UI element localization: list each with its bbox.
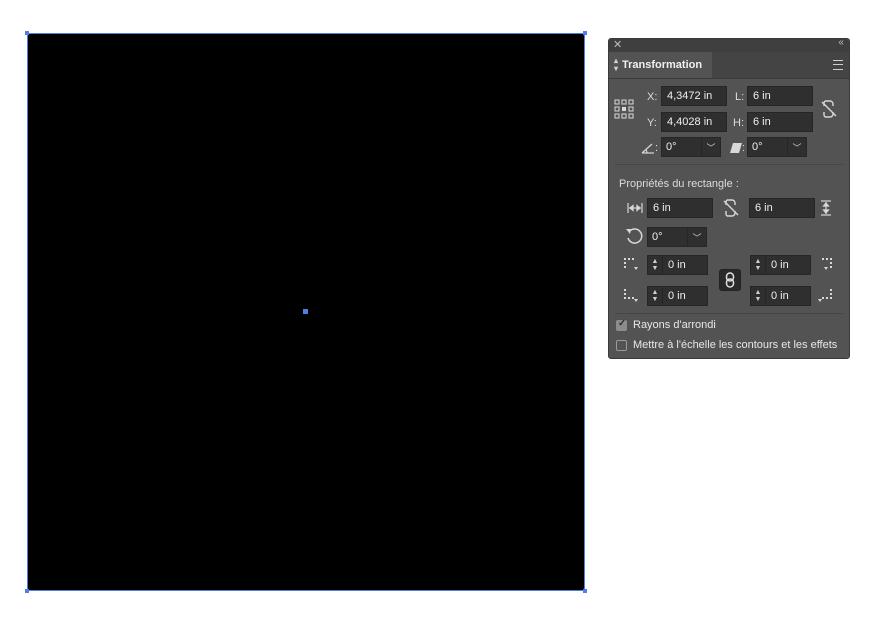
resize-handle-top-right[interactable] — [583, 31, 587, 35]
corner-top-left-icon — [624, 258, 638, 270]
x-field[interactable]: 4,3472 in — [661, 86, 727, 106]
corner-bottom-left-icon — [624, 289, 638, 302]
rect-rotation-select[interactable]: 0° ﹀ — [647, 227, 707, 247]
x-label: X: — [647, 91, 658, 103]
corner-bottom-right-icon — [818, 289, 832, 302]
rect-constrain-icon[interactable] — [723, 198, 739, 218]
reference-point-icon[interactable] — [614, 99, 634, 119]
height-label: H: — [733, 117, 744, 129]
corner-top-right-icon — [822, 258, 832, 270]
panel-top-bar: ✕ ‹‹ — [609, 37, 849, 52]
constrain-proportions-icon[interactable] — [821, 99, 837, 119]
stepper-arrows-icon[interactable]: ▲ ▼ — [648, 256, 663, 274]
scale-corners-checkbox[interactable] — [616, 318, 627, 331]
shear-angle-icon — [730, 143, 742, 153]
center-point — [303, 309, 308, 314]
rect-height-field[interactable]: 6 in — [749, 198, 815, 218]
rectangle-properties-title: Propriétés du rectangle : — [619, 178, 739, 190]
shear-value: 0° — [752, 141, 763, 153]
panel-menu-icon[interactable] — [833, 60, 843, 70]
shear-select[interactable]: 0° ﹀ — [747, 137, 807, 157]
corner-bottom-right-field[interactable]: ▲ ▼ 0 in — [750, 286, 811, 306]
corner-bottom-right-value: 0 in — [771, 290, 789, 302]
chevron-down-icon[interactable]: ﹀ — [687, 228, 706, 246]
rect-width-icon — [627, 203, 643, 213]
rotation-value: 0° — [666, 141, 677, 153]
tab-toggle-icon[interactable]: ▴ ▾ — [614, 57, 618, 73]
divider — [615, 313, 843, 314]
link-corners-button[interactable] — [719, 269, 741, 291]
rect-width-field[interactable]: 6 in — [647, 198, 713, 218]
rotation-select[interactable]: 0° ﹀ — [661, 137, 721, 157]
tab-transformation[interactable]: ▴ ▾ Transformation — [609, 52, 712, 78]
chevron-down-icon[interactable]: ﹀ — [787, 138, 806, 156]
stepper-arrows-icon[interactable]: ▲ ▼ — [648, 287, 663, 305]
close-icon[interactable]: ✕ — [613, 38, 622, 51]
corner-top-left-field[interactable]: ▲ ▼ 0 in — [647, 255, 708, 275]
rect-rotation-icon — [626, 228, 643, 244]
transform-panel: ✕ ‹‹ ▴ ▾ Transformation X: 4,3472 in L: 6… — [608, 37, 850, 359]
rotation-colon: : — [655, 142, 659, 154]
corner-top-right-value: 0 in — [771, 259, 789, 271]
corner-top-left-value: 0 in — [668, 259, 686, 271]
link-icon — [725, 272, 735, 288]
stepper-arrows-icon[interactable]: ▲ ▼ — [751, 256, 766, 274]
scale-strokes-label: Mettre à l'échelle les contours et les e… — [633, 339, 838, 351]
selected-rectangle[interactable] — [25, 31, 587, 593]
scale-corners-label: Rayons d'arrondi — [633, 319, 716, 331]
corner-bottom-left-value: 0 in — [668, 290, 686, 302]
chevron-down-icon[interactable]: ﹀ — [701, 138, 720, 156]
stepper-arrows-icon[interactable]: ▲ ▼ — [751, 287, 766, 305]
rotation-angle-icon — [641, 143, 654, 154]
resize-handle-bottom-right[interactable] — [583, 589, 587, 593]
resize-handle-top-left[interactable] — [25, 31, 29, 35]
y-field[interactable]: 4,4028 in — [661, 112, 727, 132]
corner-top-right-field[interactable]: ▲ ▼ 0 in — [750, 255, 811, 275]
y-label: Y: — [647, 117, 657, 129]
collapse-icon[interactable]: ‹‹ — [838, 37, 844, 48]
shear-colon: : — [742, 142, 746, 154]
divider — [615, 164, 843, 165]
corner-bottom-left-field[interactable]: ▲ ▼ 0 in — [647, 286, 708, 306]
width-label: L: — [735, 91, 745, 103]
resize-handle-bottom-left[interactable] — [25, 589, 29, 593]
rect-rotation-value: 0° — [652, 231, 663, 243]
panel-tab-row: ▴ ▾ Transformation — [609, 52, 849, 79]
rect-height-icon — [821, 200, 831, 216]
width-field[interactable]: 6 in — [747, 86, 813, 106]
scale-strokes-checkbox[interactable] — [616, 340, 627, 351]
height-field[interactable]: 6 in — [747, 112, 813, 132]
tab-label: Transformation — [622, 59, 703, 71]
